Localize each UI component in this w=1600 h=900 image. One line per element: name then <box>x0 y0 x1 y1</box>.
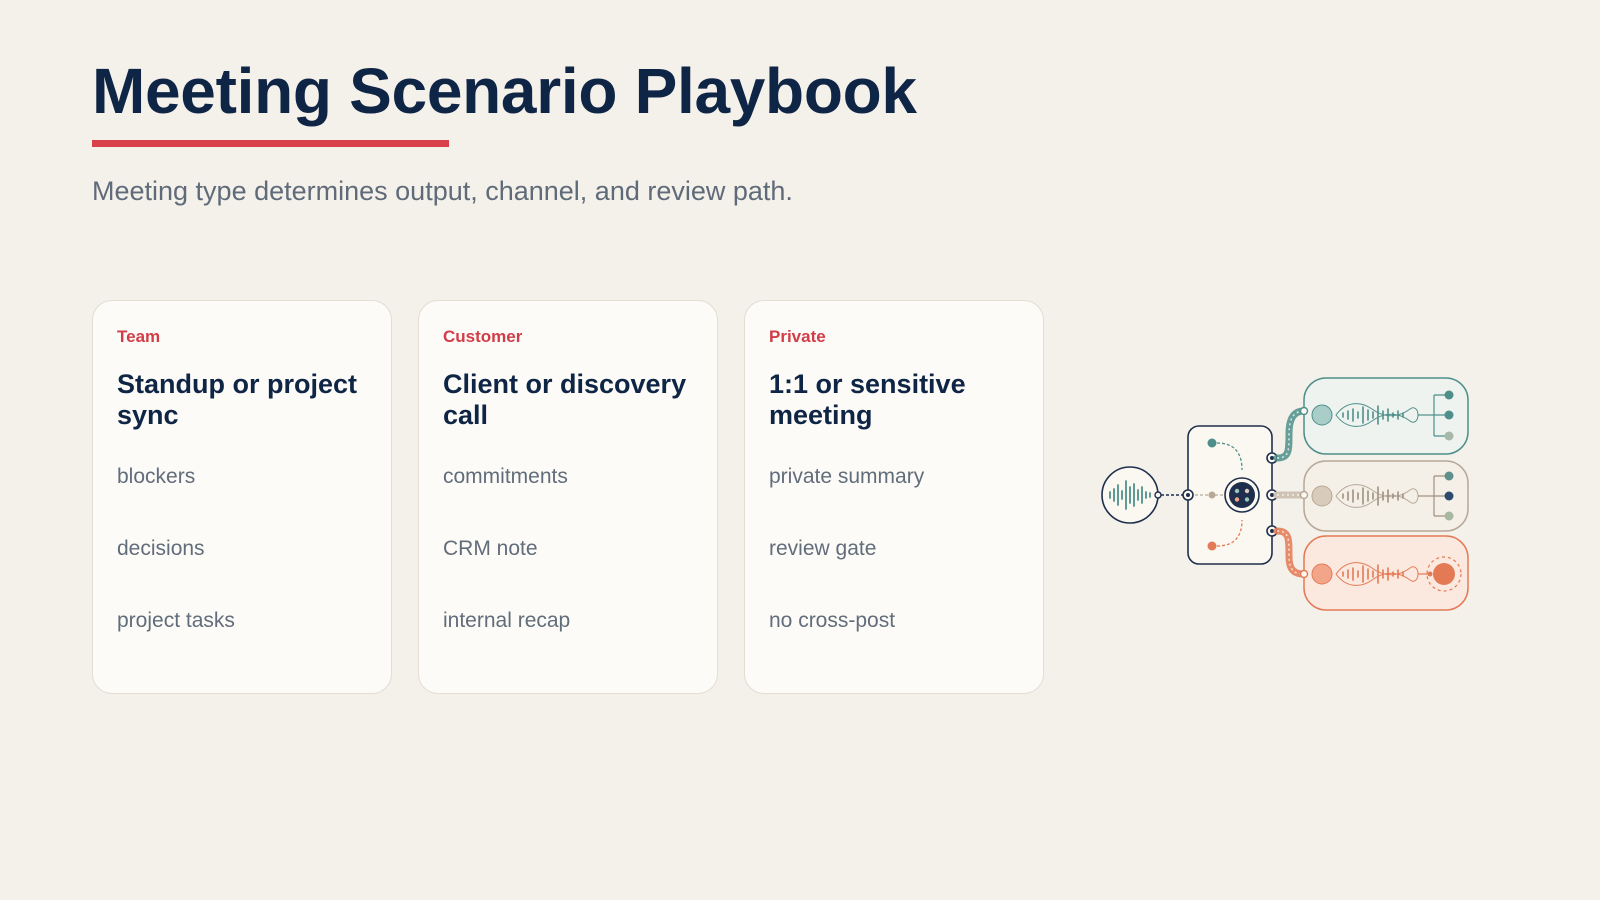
router-hub-icon <box>1182 425 1278 565</box>
card-tag: Private <box>769 327 826 346</box>
card-title: Standup or project sync <box>117 369 358 430</box>
card-output-item: CRM note <box>443 537 538 560</box>
card-output-item: project tasks <box>117 609 235 632</box>
private-path-icon <box>1299 535 1469 611</box>
page-title: Meeting Scenario Playbook <box>92 55 917 127</box>
card-output-list: commitments CRM note internal recap <box>443 465 570 681</box>
scenario-card-private: Private 1:1 or sensitive meeting private… <box>744 300 1044 694</box>
customer-path-icon <box>1299 460 1469 532</box>
scenario-cards: Team Standup or project sync blockers de… <box>92 300 1044 694</box>
team-path-icon <box>1299 377 1469 455</box>
card-title: 1:1 or sensitive meeting <box>769 369 966 430</box>
audio-waveform-icon <box>1101 466 1162 524</box>
card-tag: Customer <box>443 327 523 346</box>
card-output-item: decisions <box>117 537 205 560</box>
card-output-item: private summary <box>769 465 925 488</box>
card-title: Client or discovery call <box>443 369 687 430</box>
title-underline <box>92 140 449 147</box>
scenario-card-team: Team Standup or project sync blockers de… <box>92 300 392 694</box>
card-output-item: no cross-post <box>769 609 896 632</box>
card-output-list: blockers decisions project tasks <box>117 465 235 681</box>
card-output-list: private summary review gate no cross-pos… <box>769 465 924 681</box>
card-output-item: commitments <box>443 465 568 488</box>
card-output-item: review gate <box>769 537 877 560</box>
page-subtitle: Meeting type determines output, channel,… <box>92 176 793 206</box>
scenario-card-customer: Customer Client or discovery call commit… <box>418 300 718 694</box>
card-tag: Team <box>117 327 161 346</box>
meeting-routing-illustration <box>1101 377 1469 611</box>
card-output-item: internal recap <box>443 609 571 632</box>
card-output-item: blockers <box>117 465 196 488</box>
